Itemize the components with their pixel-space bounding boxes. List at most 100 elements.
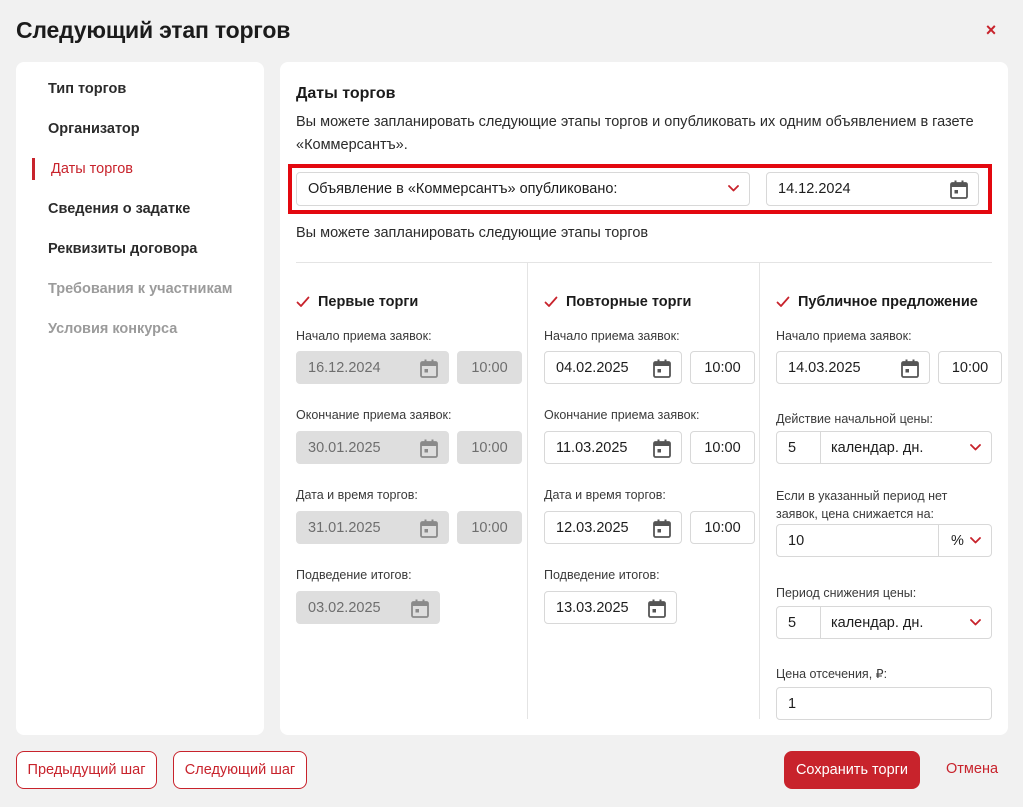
divider-vertical-1 xyxy=(527,263,528,719)
public-start-time-value: 10:00 xyxy=(951,359,989,376)
repeat-auction-header[interactable]: Повторные торги xyxy=(544,294,691,310)
sidebar-item-conditions[interactable]: Условия конкурса xyxy=(48,321,177,337)
first-results-date[interactable]: 03.02.2025 xyxy=(296,591,440,624)
first-end-date[interactable]: 30.01.2025 xyxy=(296,431,449,464)
calendar-icon xyxy=(420,359,438,378)
repeat-start-date[interactable]: 04.02.2025 xyxy=(544,351,682,384)
first-auction-date-value: 31.01.2025 xyxy=(308,519,381,536)
price-reduction-input[interactable]: 10 % xyxy=(776,524,992,557)
repeat-end-date-value: 11.03.2025 xyxy=(556,439,628,456)
sidebar-active-marker xyxy=(32,158,35,180)
public-start-date[interactable]: 14.03.2025 xyxy=(776,351,930,384)
sidebar-item-contract[interactable]: Реквизиты договора xyxy=(48,241,197,257)
calendar-icon xyxy=(420,439,438,458)
cutoff-price-input[interactable]: 1 xyxy=(776,687,992,720)
repeat-auction-title: Повторные торги xyxy=(566,294,692,310)
price-duration-input[interactable]: 5 календар. дн. xyxy=(776,431,992,464)
first-start-date[interactable]: 16.12.2024 xyxy=(296,351,449,384)
first-auction-time[interactable]: 10:00 xyxy=(457,511,522,544)
sidebar-item-requirements[interactable]: Требования к участникам xyxy=(48,281,233,297)
chevron-down-icon[interactable] xyxy=(970,444,981,451)
first-start-time-value: 10:00 xyxy=(471,359,508,376)
first-auction-time-value: 10:00 xyxy=(471,519,508,536)
checkmark-icon[interactable] xyxy=(544,296,558,308)
repeat-start-time[interactable]: 10:00 xyxy=(690,351,755,384)
field-separator xyxy=(820,432,821,463)
repeat-end-time-value: 10:00 xyxy=(704,439,741,456)
calendar-icon[interactable] xyxy=(901,359,919,378)
public-start-date-value: 14.03.2025 xyxy=(788,359,861,376)
calendar-icon[interactable] xyxy=(653,519,671,538)
public-offer-title: Публичное предложение xyxy=(798,294,978,310)
checkmark-icon[interactable] xyxy=(296,296,310,308)
first-start-time[interactable]: 10:00 xyxy=(457,351,522,384)
cutoff-price-label: Цена отсечения, ₽: xyxy=(776,667,888,681)
repeat-end-time[interactable]: 10:00 xyxy=(690,431,755,464)
calendar-icon[interactable] xyxy=(653,439,671,458)
price-duration-unit[interactable]: календар. дн. xyxy=(831,440,923,456)
save-auction-button[interactable]: Сохранить торги xyxy=(784,751,920,789)
first-end-label: Окончание приема заявок: xyxy=(296,408,452,422)
cancel-button[interactable]: Отмена xyxy=(946,761,998,777)
section-description: Вы можете запланировать следующие этапы … xyxy=(296,114,974,153)
public-offer-header[interactable]: Публичное предложение xyxy=(776,294,978,310)
checkmark-icon[interactable] xyxy=(776,296,790,308)
repeat-start-time-value: 10:00 xyxy=(704,359,741,376)
first-auction-date[interactable]: 31.01.2025 xyxy=(296,511,449,544)
modal-title: Следующий этап торгов xyxy=(16,17,291,43)
sidebar-item-type[interactable]: Тип торгов xyxy=(48,81,126,97)
calendar-icon xyxy=(420,519,438,538)
first-start-date-value: 16.12.2024 xyxy=(308,359,381,376)
close-icon[interactable]: × xyxy=(986,20,997,40)
field-separator xyxy=(820,607,821,638)
first-end-time-value: 10:00 xyxy=(471,439,508,456)
calendar-icon[interactable] xyxy=(648,599,666,618)
sidebar-item-organizer[interactable]: Организатор xyxy=(48,121,140,137)
repeat-end-label: Окончание приема заявок: xyxy=(544,408,700,422)
repeat-auction-time[interactable]: 10:00 xyxy=(690,511,755,544)
repeat-results-label: Подведение итогов: xyxy=(544,568,660,582)
price-reduction-unit[interactable]: % xyxy=(951,533,964,549)
chevron-down-icon[interactable] xyxy=(970,537,981,544)
divider-vertical-2 xyxy=(759,263,760,719)
repeat-auction-date-value: 12.03.2025 xyxy=(556,519,629,536)
first-auction-title: Первые торги xyxy=(318,294,419,310)
reduction-period-unit[interactable]: календар. дн. xyxy=(831,615,923,631)
cutoff-price-value: 1 xyxy=(788,695,797,712)
repeat-auction-label: Дата и время торгов: xyxy=(544,488,666,502)
first-results-label: Подведение итогов: xyxy=(296,568,412,582)
reduction-period-input[interactable]: 5 календар. дн. xyxy=(776,606,992,639)
price-reduction-label: Если в указанный период нет заявок, цена… xyxy=(776,489,948,521)
first-results-date-value: 03.02.2025 xyxy=(308,599,381,616)
main-panel: Даты торгов Вы можете запланировать след… xyxy=(280,62,1008,735)
first-auction-label: Дата и время торгов: xyxy=(296,488,418,502)
calendar-icon xyxy=(411,599,429,618)
repeat-start-date-value: 04.02.2025 xyxy=(556,359,629,376)
repeat-auction-date[interactable]: 12.03.2025 xyxy=(544,511,682,544)
repeat-results-date[interactable]: 13.03.2025 xyxy=(544,591,677,624)
next-step-button[interactable]: Следующий шаг xyxy=(173,751,307,789)
previous-step-button[interactable]: Предыдущий шаг xyxy=(16,751,157,789)
sidebar: Тип торгов Организатор Даты торгов Сведе… xyxy=(16,62,264,735)
first-end-time[interactable]: 10:00 xyxy=(457,431,522,464)
calendar-icon[interactable] xyxy=(653,359,671,378)
highlight-box xyxy=(288,164,992,214)
section-subtitle: Вы можете запланировать следующие этапы … xyxy=(296,225,649,241)
field-separator xyxy=(938,525,939,556)
public-start-time[interactable]: 10:00 xyxy=(938,351,1002,384)
repeat-auction-time-value: 10:00 xyxy=(704,519,741,536)
sidebar-item-deposit[interactable]: Сведения о задатке xyxy=(48,201,190,217)
repeat-end-date[interactable]: 11.03.2025 xyxy=(544,431,682,464)
price-duration-label: Действие начальной цены: xyxy=(776,412,933,426)
divider-horizontal xyxy=(296,262,992,263)
price-reduction-value: 10 xyxy=(788,532,805,549)
section-title: Даты торгов xyxy=(296,85,396,102)
first-end-date-value: 30.01.2025 xyxy=(308,439,381,456)
reduction-period-value: 5 xyxy=(788,614,797,631)
public-start-label: Начало приема заявок: xyxy=(776,329,912,343)
sidebar-item-dates[interactable]: Даты торгов xyxy=(51,161,133,177)
close-button[interactable]: × xyxy=(983,20,999,40)
first-auction-header[interactable]: Первые торги xyxy=(296,294,418,310)
reduction-period-label: Период снижения цены: xyxy=(776,586,917,600)
chevron-down-icon[interactable] xyxy=(970,619,981,626)
